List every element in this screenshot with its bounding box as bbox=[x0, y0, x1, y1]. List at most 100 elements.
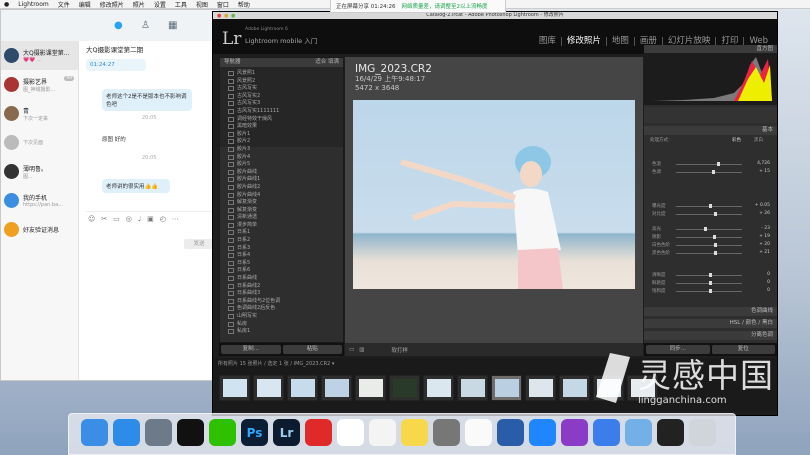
bw-option[interactable]: 黑白 bbox=[754, 137, 763, 143]
preset-item[interactable]: 解复渐变 bbox=[219, 198, 344, 206]
tone-curve-header[interactable]: 色调曲线 bbox=[644, 307, 777, 316]
filmstrip-thumbnail[interactable] bbox=[559, 375, 590, 401]
conversation-item[interactable]: 下次见面 bbox=[1, 128, 78, 157]
filmstrip-thumbnail[interactable] bbox=[389, 375, 420, 401]
preset-item[interactable]: 黑暗效果 bbox=[219, 122, 344, 130]
preset-item[interactable]: 古风写实2 bbox=[219, 92, 344, 100]
slider-8[interactable]: 清晰度 0 bbox=[652, 272, 770, 278]
slider-knob[interactable] bbox=[709, 273, 712, 277]
filmstrip-thumbnail[interactable] bbox=[287, 375, 318, 401]
filmstrip-info[interactable]: 所有照片 15 张照片 / 选定 1 张 / IMG_2023.CR2 ▾ bbox=[218, 360, 334, 367]
photos-icon[interactable] bbox=[465, 419, 492, 446]
preset-item[interactable]: 清新通透 bbox=[219, 213, 344, 221]
preset-item[interactable]: 调经特效干燥风 bbox=[219, 115, 344, 123]
preset-item[interactable]: 山明写实 bbox=[219, 312, 344, 320]
basic-header[interactable]: 基本 bbox=[644, 126, 777, 135]
preset-item[interactable]: 日系曲线 bbox=[219, 274, 344, 282]
conversation-item[interactable]: 摄影艺界 图_神域摄影... 99 bbox=[1, 70, 78, 99]
conversation-item[interactable]: 好友验证消息 bbox=[1, 215, 78, 244]
color-option[interactable]: 彩色 bbox=[732, 137, 741, 143]
contacts-icon[interactable]: ♙ bbox=[141, 20, 150, 31]
preset-item[interactable]: 日系3 bbox=[219, 244, 344, 252]
slider-6[interactable]: 白色色阶 + 20 bbox=[652, 242, 770, 248]
preset-item[interactable]: 古风写实1111111 bbox=[219, 107, 344, 115]
split-toning-header[interactable]: 分离色调 bbox=[644, 331, 777, 340]
slider-knob[interactable] bbox=[703, 227, 707, 231]
preset-item[interactable]: 日系2 bbox=[219, 236, 344, 244]
slider-2[interactable]: 曝光度 + 0.05 bbox=[652, 203, 770, 209]
netease-icon[interactable] bbox=[305, 419, 332, 446]
menu-item[interactable]: Lightroom bbox=[18, 1, 49, 8]
preset-item[interactable]: 日系4 bbox=[219, 251, 344, 259]
view-icon[interactable]: ▭ bbox=[349, 347, 354, 353]
preset-item[interactable]: 风景照1 bbox=[219, 69, 344, 77]
launchpad-icon[interactable] bbox=[145, 419, 172, 446]
slider-9[interactable]: 鲜艳度 0 bbox=[652, 280, 770, 286]
hsl-header[interactable]: HSL / 颜色 / 黑白 bbox=[644, 319, 777, 328]
slider-7[interactable]: 黑色色阶 + 21 bbox=[652, 250, 770, 256]
slider-knob[interactable] bbox=[709, 289, 712, 293]
preset-item[interactable]: 胶片曲线4 bbox=[219, 191, 344, 199]
navigator-header[interactable]: 导航器 适合 填满 bbox=[220, 58, 343, 67]
filmstrip-thumbnail[interactable] bbox=[253, 375, 284, 401]
conversation-item[interactable]: 薄明鲁。 图... bbox=[1, 157, 78, 186]
preset-item[interactable]: 古风写实3 bbox=[219, 99, 344, 107]
preset-item[interactable]: 日系曲线3 bbox=[219, 289, 344, 297]
send-button[interactable]: 发送 bbox=[184, 239, 214, 249]
preset-item[interactable]: 胶片5 bbox=[219, 160, 344, 168]
preset-item[interactable]: 漫步简单 bbox=[219, 221, 344, 229]
menu-item[interactable]: 修改照片 bbox=[100, 0, 124, 9]
app-name[interactable]: Lightroom mobile 入门 bbox=[245, 35, 317, 45]
screen-icon[interactable] bbox=[497, 419, 524, 446]
wechat-icon[interactable] bbox=[209, 419, 236, 446]
calendar-icon[interactable] bbox=[337, 419, 364, 446]
trash-icon[interactable] bbox=[689, 419, 716, 446]
notes-icon[interactable] bbox=[369, 419, 396, 446]
Lr-icon[interactable]: Lr bbox=[273, 419, 300, 446]
slider-knob[interactable] bbox=[709, 204, 712, 208]
chat-tools[interactable]: ☺✂▭◎♩▣◴⋯ bbox=[88, 215, 185, 223]
slider-knob[interactable] bbox=[712, 170, 716, 174]
folder-icon[interactable] bbox=[625, 419, 652, 446]
apps-icon[interactable]: ▦ bbox=[168, 20, 177, 31]
screen-share-banner[interactable]: 正在屏幕分享 01:24:26 网络质量差，请调整至2以上流畅度 bbox=[330, 0, 506, 13]
preset-item[interactable]: 胶片1 bbox=[219, 130, 344, 138]
preset-item[interactable]: 日系5 bbox=[219, 259, 344, 267]
menu-item[interactable]: 帮助 bbox=[238, 0, 250, 9]
slider-knob[interactable] bbox=[714, 251, 718, 255]
filmstrip-thumbnail[interactable] bbox=[321, 375, 352, 401]
feishu-icon[interactable] bbox=[529, 419, 556, 446]
photo-image[interactable] bbox=[353, 100, 635, 289]
preset-item[interactable]: 胶片曲线 bbox=[219, 168, 344, 176]
module-tab[interactable]: 地图 bbox=[605, 37, 634, 46]
Ps-icon[interactable]: Ps bbox=[241, 419, 268, 446]
preset-item[interactable]: 私房 bbox=[219, 320, 344, 328]
histogram-header[interactable]: 直方图 bbox=[644, 45, 777, 53]
preset-item[interactable]: 古风写实 bbox=[219, 84, 344, 92]
filmstrip-thumbnail[interactable] bbox=[491, 375, 522, 401]
slider-knob[interactable] bbox=[716, 162, 720, 166]
terminal-icon[interactable] bbox=[657, 419, 684, 446]
safari-icon[interactable] bbox=[113, 419, 140, 446]
slider-1[interactable]: 色调 + 15 bbox=[652, 169, 770, 175]
slider-0[interactable]: 色温 4,726 bbox=[652, 161, 770, 167]
paste-button[interactable]: 粘贴 bbox=[282, 345, 342, 354]
filmstrip-thumbnail[interactable] bbox=[423, 375, 454, 401]
apple-icon[interactable]: ● bbox=[4, 1, 9, 8]
menu-item[interactable]: 编辑 bbox=[79, 0, 91, 9]
slider-knob[interactable] bbox=[714, 212, 718, 216]
preset-item[interactable]: 色调曲线2后反色 bbox=[219, 304, 344, 312]
preset-item[interactable]: 日系1 bbox=[219, 228, 344, 236]
module-tab[interactable]: 修改照片 bbox=[560, 37, 606, 46]
copy-button[interactable]: 复制... bbox=[221, 345, 281, 354]
slider-4[interactable]: 高光 - 23 bbox=[652, 226, 770, 232]
conversation-item[interactable]: 大Q摄影课堂第... 💗💗 ... bbox=[1, 41, 78, 70]
slider-knob[interactable] bbox=[713, 243, 717, 247]
conversation-item[interactable]: 我的手机 https://pan.ba... bbox=[1, 186, 78, 215]
stickies-icon[interactable] bbox=[401, 419, 428, 446]
slider-knob[interactable] bbox=[712, 235, 716, 239]
slider-5[interactable]: 阴影 + 19 bbox=[652, 234, 770, 240]
preset-item[interactable]: 风景照2 bbox=[219, 77, 344, 85]
preset-item[interactable]: 胶片3 bbox=[219, 145, 344, 153]
menu-item[interactable]: 窗口 bbox=[217, 0, 229, 9]
